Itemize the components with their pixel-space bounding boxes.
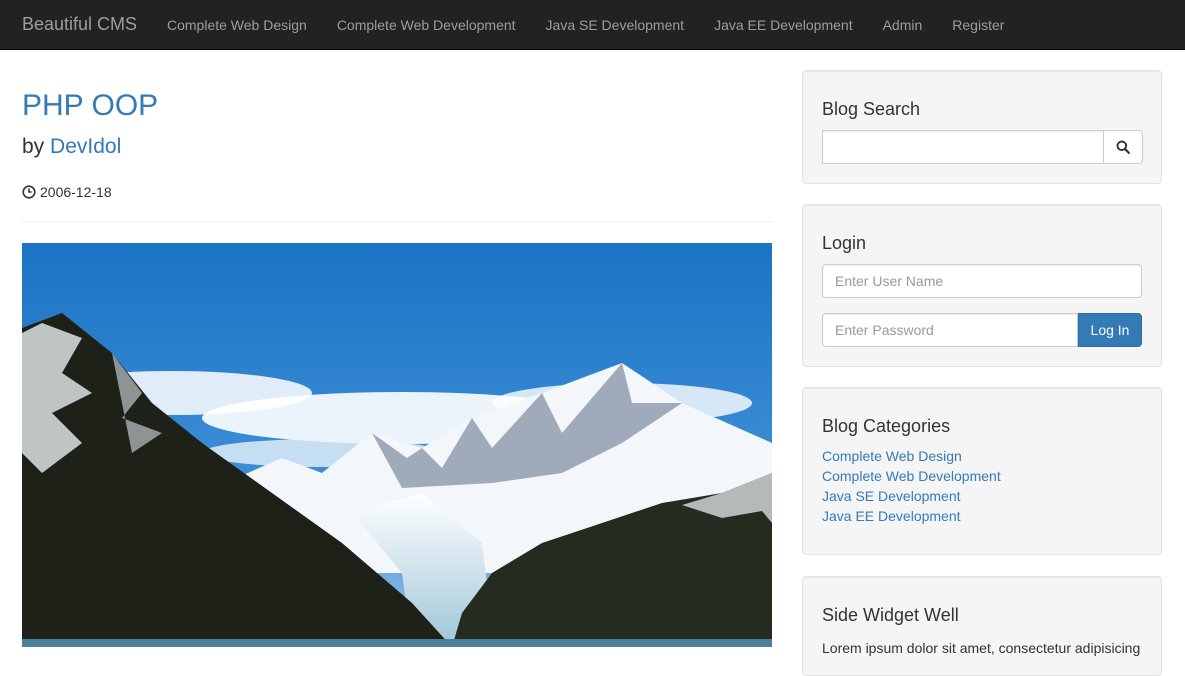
nav-item-java-se-development[interactable]: Java SE Development <box>531 0 700 50</box>
author-link[interactable]: DevIdol <box>50 135 121 158</box>
post-title[interactable]: PHP OOP <box>22 86 158 126</box>
divider <box>22 221 772 222</box>
category-link-complete-web-development[interactable]: Complete Web Development <box>822 466 1001 486</box>
nav-item-complete-web-development[interactable]: Complete Web Development <box>322 0 531 50</box>
post-date-text: 2006-12-18 <box>40 184 112 200</box>
post-byline: by DevIdol <box>22 133 121 161</box>
category-list: Complete Web Design Complete Web Develop… <box>822 446 1001 526</box>
side-widget-well: Side Widget Well Lorem ipsum dolor sit a… <box>802 576 1162 676</box>
blog-search-heading: Blog Search <box>822 99 921 119</box>
login-button[interactable]: Log In <box>1078 313 1142 347</box>
side-widget-text: Lorem ipsum dolor sit amet, consectetur … <box>822 640 1141 656</box>
login-well: Login Enter User Name Enter Password Log… <box>802 204 1162 367</box>
post-date: 2006-12-18 <box>22 182 112 202</box>
category-link-java-ee-development[interactable]: Java EE Development <box>822 506 1001 526</box>
category-link-java-se-development[interactable]: Java SE Development <box>822 486 1001 506</box>
blog-search-button[interactable] <box>1103 130 1143 164</box>
nav-item-admin[interactable]: Admin <box>868 0 938 50</box>
side-widget-heading: Side Widget Well <box>822 605 959 625</box>
username-field[interactable]: Enter User Name <box>822 264 1142 298</box>
post-image <box>22 243 772 647</box>
top-navbar: Beautiful CMS Complete Web Design Comple… <box>0 0 1185 50</box>
search-icon <box>1116 140 1130 154</box>
nav-menu: Complete Web Design Complete Web Develop… <box>152 0 1019 50</box>
login-heading: Login <box>822 233 867 253</box>
brand-link[interactable]: Beautiful CMS <box>22 14 137 34</box>
nav-item-java-ee-development[interactable]: Java EE Development <box>699 0 868 50</box>
blog-search-well: Blog Search <box>802 70 1162 184</box>
nav-item-register[interactable]: Register <box>937 0 1019 50</box>
byline-prefix: by <box>22 135 45 158</box>
nav-item-complete-web-design[interactable]: Complete Web Design <box>152 0 322 50</box>
blog-search-input[interactable] <box>822 130 1104 164</box>
blog-categories-heading: Blog Categories <box>822 416 951 436</box>
clock-icon <box>22 185 36 199</box>
password-field[interactable]: Enter Password <box>822 313 1078 347</box>
category-link-complete-web-design[interactable]: Complete Web Design <box>822 446 1001 466</box>
blog-categories-well: Blog Categories Complete Web Design Comp… <box>802 387 1162 555</box>
